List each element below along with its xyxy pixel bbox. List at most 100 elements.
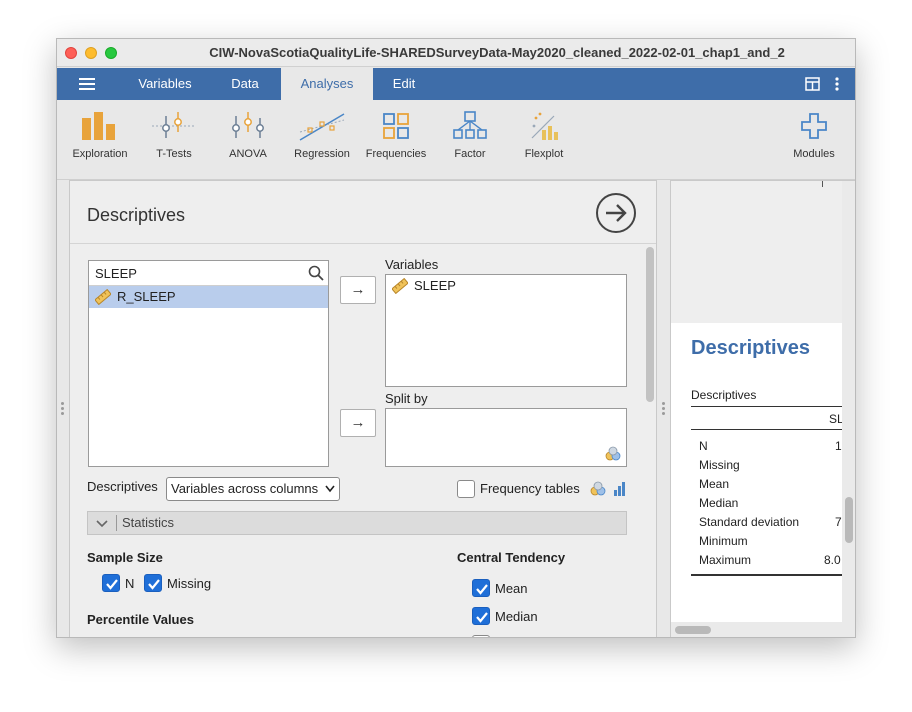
flexplot-button[interactable]: Flexplot	[509, 110, 579, 160]
regression-icon	[287, 110, 357, 142]
central-tendency-heading: Central Tendency	[457, 550, 566, 565]
arrow-right-icon: →	[350, 414, 366, 431]
frequency-tables-checkbox[interactable]	[457, 480, 475, 498]
missing-label: Missing	[167, 576, 212, 591]
left-splitter-handle[interactable]	[61, 402, 64, 416]
move-to-variables-button[interactable]: →	[340, 276, 376, 304]
frequency-tables-label: Frequency tables	[480, 481, 580, 496]
middle-splitter-handle[interactable]	[662, 402, 665, 416]
title-divider	[70, 243, 656, 244]
modules-label: Modules	[793, 148, 835, 160]
anova-label: ANOVA	[229, 148, 267, 160]
frequencies-button[interactable]: Frequencies	[361, 110, 431, 160]
sample-size-heading: Sample Size	[87, 550, 163, 565]
frequencies-icon	[361, 110, 431, 142]
ruler-icon	[95, 289, 111, 305]
analyses-ribbon: Exploration T-Tests ANOVA Regression Fre…	[57, 100, 855, 180]
exploration-icon	[65, 110, 135, 142]
flexplot-icon	[509, 110, 579, 142]
t-tests-button[interactable]: T-Tests	[139, 110, 209, 160]
layout-toggle-icon[interactable]	[805, 77, 820, 91]
tab-analyses[interactable]: Analyses	[281, 68, 373, 100]
exploration-button[interactable]: Exploration	[65, 110, 135, 160]
n-checkbox[interactable]	[102, 574, 120, 592]
variables-target-list[interactable]: SLEEP	[385, 274, 627, 387]
menu-bar: Variables Data Analyses Edit	[57, 68, 855, 100]
results-scroll-track	[842, 181, 855, 637]
more-options-icon[interactable]	[835, 77, 839, 91]
flexplot-label: Flexplot	[524, 148, 564, 160]
hamburger-menu-icon[interactable]	[79, 78, 95, 90]
app-window: CIW-NovaScotiaQualityLife-SHAREDSurveyDa…	[56, 38, 856, 638]
close-window-button[interactable]	[65, 47, 77, 59]
title-bar: CIW-NovaScotiaQualityLife-SHAREDSurveyDa…	[57, 39, 855, 67]
table-row: Mean	[699, 477, 730, 491]
n-label: N	[125, 576, 135, 591]
anova-button[interactable]: ANOVA	[213, 110, 283, 160]
results-panel: Descriptives Descriptives SL N 1 Missing…	[670, 180, 855, 637]
results-horizontal-scrollbar[interactable]	[675, 626, 711, 634]
table-cell: 1	[835, 439, 842, 453]
run-analysis-button[interactable]	[596, 193, 636, 233]
selected-option: Variables across columns	[171, 481, 319, 496]
variable-name: SLEEP	[414, 278, 456, 293]
table-row: Missing	[699, 458, 740, 472]
descriptives-layout-select[interactable]: Variables across columns	[166, 477, 340, 501]
table-cell: 8.0	[824, 553, 841, 567]
checkmark-icon	[476, 612, 488, 623]
list-item[interactable]: R_SLEEP	[89, 286, 328, 308]
minimize-window-button[interactable]	[85, 47, 97, 59]
modules-button[interactable]: Modules	[779, 110, 849, 160]
tab-data[interactable]: Data	[209, 68, 281, 100]
variable-name: R_SLEEP	[117, 289, 176, 304]
window-title: CIW-NovaScotiaQualityLife-SHAREDSurveyDa…	[209, 45, 785, 60]
table-top-rule	[691, 406, 842, 407]
table-bottom-rule	[691, 574, 842, 576]
mode-checkbox[interactable]	[472, 635, 490, 637]
mean-checkbox[interactable]	[472, 579, 490, 597]
tab-edit[interactable]: Edit	[373, 68, 435, 100]
checkmark-icon	[106, 579, 118, 590]
variables-label: Variables	[385, 257, 439, 272]
options-scrollbar[interactable]	[646, 247, 654, 402]
nominal-variables-icon	[605, 446, 621, 461]
split-by-target-list[interactable]	[385, 408, 627, 467]
regression-label: Regression	[294, 148, 350, 160]
factor-label: Factor	[454, 148, 486, 160]
menu-right-controls	[805, 76, 845, 92]
variable-search-input[interactable]	[89, 261, 304, 285]
median-checkbox[interactable]	[472, 607, 490, 625]
analysis-options-panel: Descriptives SLEEP R_SLEEP → → Variables…	[69, 180, 657, 637]
available-variables-list[interactable]: R_SLEEP	[88, 260, 329, 467]
chevron-down-icon	[325, 485, 335, 493]
list-item[interactable]: SLEEP	[386, 275, 626, 297]
header-divider	[116, 515, 117, 531]
statistics-section-header[interactable]: Statistics	[87, 511, 627, 535]
anova-icon	[213, 110, 283, 142]
table-cell: 7	[835, 515, 842, 529]
search-icon[interactable]	[308, 265, 324, 286]
ruler-icon	[392, 278, 408, 294]
arrow-right-icon	[606, 204, 627, 222]
regression-button[interactable]: Regression	[287, 110, 357, 160]
factor-button[interactable]: Factor	[435, 110, 505, 160]
results-horizontal-scroll-track	[671, 622, 842, 637]
median-label: Median	[495, 609, 538, 624]
move-to-split-by-button[interactable]: →	[340, 409, 376, 437]
split-by-label: Split by	[385, 391, 428, 406]
t-tests-icon	[139, 110, 209, 142]
arrow-right-icon: →	[350, 281, 366, 298]
table-row: N	[699, 439, 708, 453]
checkmark-icon	[476, 584, 488, 595]
chevron-down-icon	[96, 520, 108, 528]
percentile-values-heading: Percentile Values	[87, 612, 194, 627]
factor-icon	[435, 110, 505, 142]
table-row: Standard deviation	[699, 515, 800, 529]
tab-variables[interactable]: Variables	[121, 68, 209, 100]
t-tests-label: T-Tests	[156, 148, 192, 160]
results-vertical-scrollbar[interactable]	[845, 497, 853, 543]
table-row: Minimum	[699, 534, 748, 548]
missing-checkbox[interactable]	[144, 574, 162, 592]
zoom-window-button[interactable]	[105, 47, 117, 59]
previous-table-edge	[822, 181, 823, 187]
